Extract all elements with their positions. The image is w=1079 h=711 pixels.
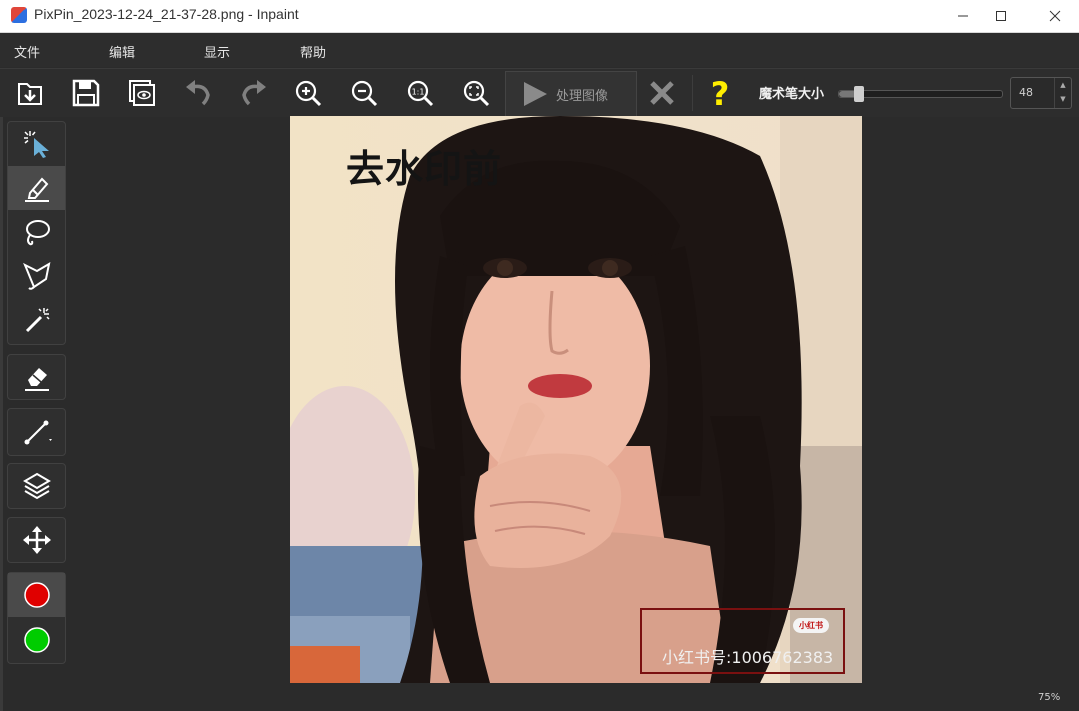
green-color-icon [23,627,50,653]
layers-tool[interactable] [8,464,65,508]
polygon-lasso-tool[interactable] [8,254,65,298]
app-icon [11,7,27,23]
redo-button[interactable] [236,75,272,111]
smart-select-tool[interactable] [8,122,65,166]
svg-text:?: ? [711,78,730,108]
zoom-fit-icon [463,80,490,107]
tool-sidebar [0,117,70,711]
preview-button[interactable] [124,75,160,111]
save-button[interactable] [68,75,104,111]
move-icon [22,526,51,554]
line-tool[interactable] [8,410,65,454]
eraser-icon [24,368,49,391]
play-icon [524,82,547,106]
marker-tool[interactable] [8,166,65,210]
watermark-region: 小红书 小红书号:1006762383 [640,608,845,674]
zoom-in-button[interactable] [290,75,326,111]
title-bar: PixPin_2023-12-24_21-37-28.png - Inpaint [0,0,1079,33]
menu-file[interactable]: 文件 [14,42,40,61]
red-color-tool[interactable] [8,573,65,617]
zoom-fit-button[interactable] [458,75,494,111]
brush-size-spinbox[interactable]: 48 ▲ ▼ [1010,77,1072,109]
layers-icon [22,472,51,500]
move-tool[interactable] [8,518,65,562]
layers-tool-group [7,463,66,509]
brush-size-slider[interactable] [838,86,1003,102]
undo-icon [186,80,210,106]
watermark-logo: 小红书 [793,618,829,633]
help-button[interactable]: ? [702,75,738,111]
menu-help[interactable]: 帮助 [300,42,326,61]
process-image-label: 处理图像 [556,88,609,104]
menu-bar: 文件 编辑 显示 帮助 [0,33,1079,67]
red-color-icon [23,582,50,608]
marker-icon [24,177,49,202]
eraser-tool[interactable] [8,355,65,399]
menu-view[interactable]: 显示 [204,42,230,61]
zoom-out-button[interactable] [346,75,382,111]
watermark-text: 小红书号:1006762383 [662,648,834,667]
green-color-tool[interactable] [8,618,65,662]
brush-size-label: 魔术笔大小 [759,87,825,102]
eraser-tool-group [7,354,66,400]
move-tool-group [7,517,66,563]
minimize-icon [958,15,968,17]
redo-icon [242,80,266,106]
spinbox-arrows[interactable]: ▲ ▼ [1054,78,1071,108]
polygon-lasso-icon [22,262,50,290]
close-button[interactable] [1032,0,1078,32]
maximize-button[interactable] [978,0,1024,32]
lasso-tool[interactable] [8,210,65,254]
zoom-level: 75% [1038,692,1061,703]
color-tool-group [7,572,66,664]
svg-text:1:1: 1:1 [412,88,425,97]
save-icon [72,79,100,107]
image-canvas[interactable]: 去水印前 小红书 小红书号:1006762383 [290,116,862,683]
close-icon [1049,10,1061,22]
brush-size-value[interactable]: 48 [1019,86,1033,99]
help-question-icon: ? [711,78,730,108]
pre-watermark-label: 去水印前 [346,147,503,191]
portrait-photo [290,116,862,683]
lasso-icon [25,220,50,246]
undo-button[interactable] [180,75,216,111]
maximize-icon [996,11,1006,21]
zoom-actual-icon: 1:1 [407,80,434,107]
magic-wand-icon [25,308,50,333]
toolbar-separator [692,75,693,111]
zoom-out-icon [351,80,378,107]
cancel-button[interactable] [644,75,680,111]
open-button[interactable] [12,75,48,111]
selection-tool-group [7,121,66,345]
toolbar: 1:1 处理图像 ? 魔术笔大小 48 ▲ ▼ [0,68,1079,117]
preview-icon [129,80,155,106]
brush-size-slider-handle[interactable] [853,86,864,102]
menu-edit[interactable]: 编辑 [109,42,135,61]
zoom-actual-button[interactable]: 1:1 [402,75,438,111]
cancel-x-icon [650,81,674,105]
line-tool-icon [24,420,52,445]
window-title: PixPin_2023-12-24_21-37-28.png - Inpaint [34,6,299,22]
magic-wand-tool[interactable] [8,298,65,342]
open-icon [18,83,42,105]
line-tool-group [7,408,66,456]
process-image-button[interactable]: 处理图像 [505,71,637,117]
zoom-in-icon [295,80,322,107]
smart-select-icon [23,131,49,158]
